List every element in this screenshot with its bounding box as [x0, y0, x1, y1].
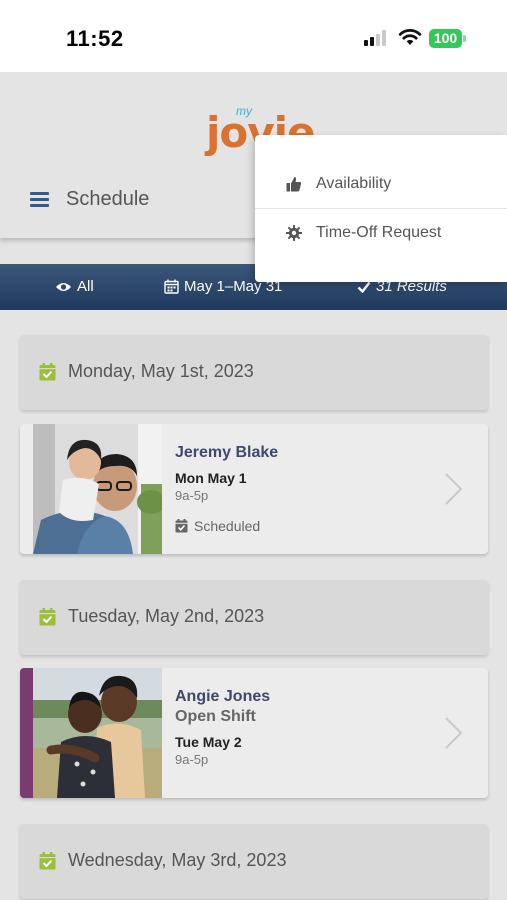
thumbs-up-icon [286, 177, 302, 192]
calendar-check-icon [39, 363, 56, 381]
date-header-text: Tuesday, May 2nd, 2023 [68, 606, 265, 626]
dropdown-menu: Availability Time-Off Request [255, 135, 507, 282]
staff-name: Angie Jones [175, 688, 271, 705]
calendar-check-icon [39, 852, 56, 870]
status-bar: 11:52 100 [0, 0, 507, 72]
calendar-check-icon [175, 519, 188, 533]
date-header: Wednesday, May 3rd, 2023 [20, 824, 488, 899]
cellular-signal-icon [364, 30, 390, 46]
date-header-text: Monday, May 1st, 2023 [68, 361, 254, 381]
gear-icon [286, 225, 302, 241]
hamburger-menu-icon[interactable] [30, 192, 49, 208]
battery-indicator: 100 [429, 29, 462, 48]
chevron-right-icon [445, 717, 463, 749]
shift-time: 9a-5p [175, 488, 209, 503]
date-header-text: Wednesday, May 3rd, 2023 [68, 850, 287, 870]
wifi-icon [398, 29, 422, 45]
staff-photo [33, 424, 162, 554]
chevron-right-icon [445, 473, 463, 505]
battery-tip [463, 35, 466, 42]
eye-icon [56, 282, 71, 291]
calendar-icon [164, 279, 179, 294]
menu-item-label: Time-Off Request [316, 224, 442, 241]
date-header: Monday, May 1st, 2023 [20, 335, 488, 410]
shift-status-label: Scheduled [194, 518, 261, 534]
staff-name: Jeremy Blake [175, 444, 279, 461]
shift-day: Mon May 1 [175, 470, 247, 486]
menu-item-time-off-request[interactable]: Time-Off Request [255, 209, 507, 258]
status-time: 11:52 [66, 26, 124, 51]
open-shift-accent [20, 668, 33, 798]
shift-day: Tue May 2 [175, 734, 242, 750]
filter-view-label: All [77, 278, 94, 295]
shift-status: Scheduled [175, 518, 260, 534]
calendar-check-icon [39, 608, 56, 626]
date-header: Tuesday, May 2nd, 2023 [20, 580, 488, 655]
shift-card[interactable]: Jeremy Blake Mon May 1 9a-5p Scheduled [20, 424, 488, 554]
menu-item-availability[interactable]: Availability [255, 160, 507, 209]
shift-card[interactable]: Angie Jones Open Shift Tue May 2 9a-5p [20, 668, 488, 798]
filter-view-all[interactable]: All [55, 278, 94, 295]
shift-subtitle: Open Shift [175, 708, 256, 725]
page-title: Schedule [66, 188, 150, 210]
checkmark-icon [357, 281, 371, 293]
shift-time: 9a-5p [175, 752, 209, 767]
menu-item-label: Availability [316, 175, 392, 192]
staff-photo [33, 668, 162, 798]
